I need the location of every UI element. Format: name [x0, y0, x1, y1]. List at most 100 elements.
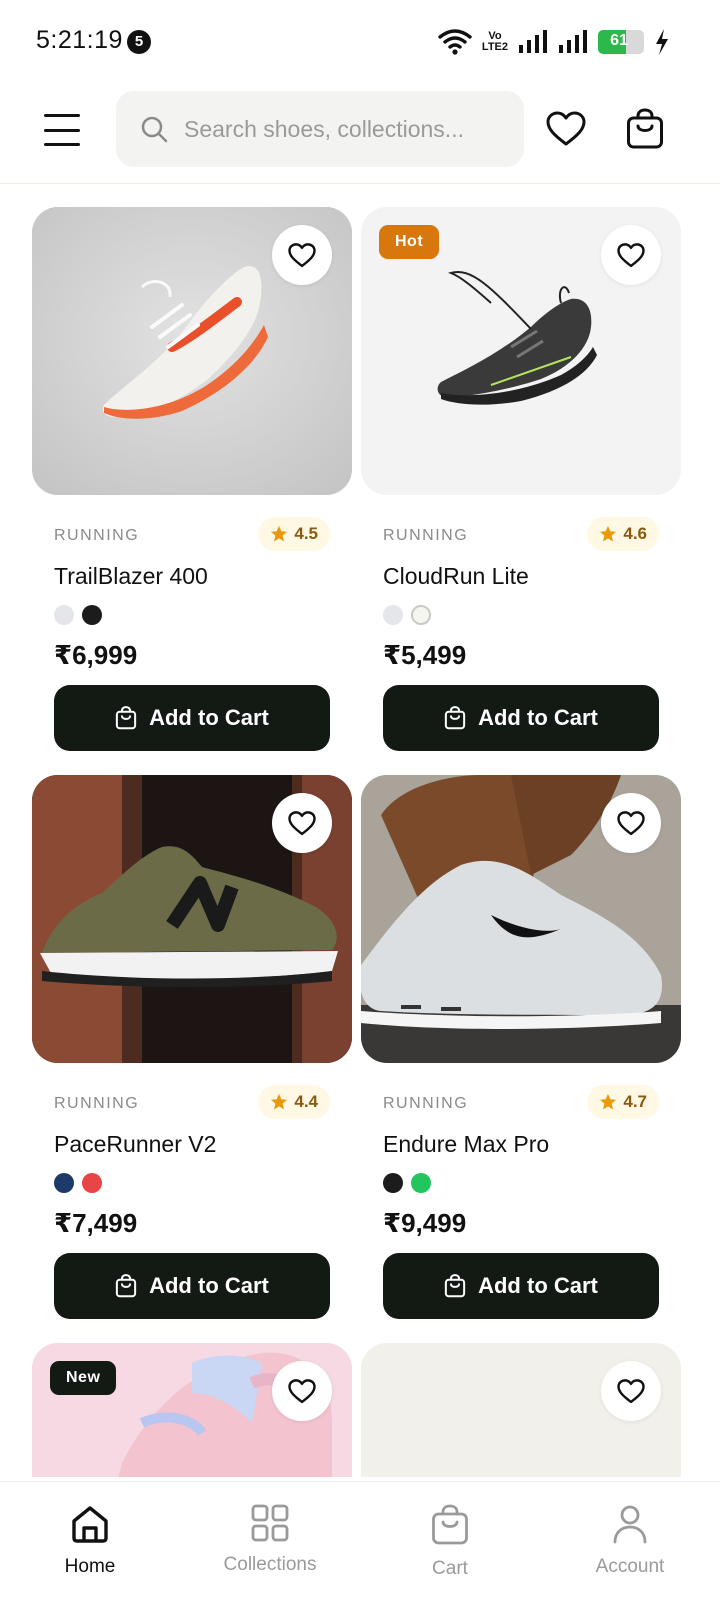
volte-indicator: Vo LTE2 [481, 30, 508, 53]
nav-home[interactable]: Home [0, 1482, 180, 1600]
rating-value: 4.6 [623, 524, 647, 543]
product-image[interactable] [361, 775, 681, 1063]
heart-icon [546, 111, 586, 146]
cart-button[interactable] [622, 106, 668, 152]
star-icon [600, 1093, 617, 1110]
favorite-button[interactable] [601, 793, 661, 853]
product-name[interactable]: PaceRunner V2 [54, 1131, 216, 1158]
nav-collections[interactable]: Collections [180, 1482, 360, 1600]
star-icon [600, 525, 617, 542]
product-price: ₹9,499 [383, 1208, 467, 1238]
product-category: RUNNING [383, 527, 469, 544]
product-price: ₹7,499 [54, 1208, 138, 1238]
add-to-cart-button[interactable]: Add to Cart [383, 685, 659, 751]
rating-badge: 4.7 [587, 1085, 659, 1119]
shopping-bag-icon [115, 1274, 137, 1298]
product-card[interactable]: RUNNING 4.5 TrailBlazer 400 ₹6,999 Add t… [32, 207, 352, 751]
color-swatch[interactable] [82, 605, 102, 625]
add-to-cart-label: Add to Cart [149, 1273, 269, 1298]
product-price: ₹5,499 [383, 640, 467, 670]
heart-icon [617, 1378, 645, 1403]
favorite-button[interactable] [272, 793, 332, 853]
status-icons: Vo LTE2 61 [438, 26, 670, 58]
product-category: RUNNING [54, 527, 140, 544]
product-card[interactable]: RUNNING 4.7 Endure Max Pro ₹9,499 Add to… [361, 775, 681, 1319]
signal-icon-2 [559, 30, 587, 53]
color-swatch[interactable] [411, 605, 431, 625]
favorite-button[interactable] [601, 225, 661, 285]
rating-value: 4.4 [294, 1092, 318, 1111]
product-image[interactable] [361, 1343, 681, 1477]
favorite-button[interactable] [272, 1361, 332, 1421]
notification-count-badge: 5 [127, 30, 151, 54]
app-header [0, 84, 720, 184]
signal-icon [519, 30, 547, 53]
product-card[interactable]: RUNNING 4.4 PaceRunner V2 ₹7,499 Add to … [32, 775, 352, 1319]
color-swatches [54, 605, 102, 625]
heart-icon [288, 1378, 316, 1403]
menu-button[interactable] [44, 112, 80, 148]
product-name[interactable]: TrailBlazer 400 [54, 563, 208, 590]
status-bar: 5:21:19 5 Vo LTE2 61 [0, 0, 720, 84]
product-price: ₹6,999 [54, 640, 138, 670]
heart-icon [288, 242, 316, 267]
search-icon [141, 116, 168, 143]
home-icon [72, 1506, 108, 1543]
nav-cart[interactable]: Cart [360, 1482, 540, 1600]
charging-bolt-icon [656, 29, 668, 55]
wishlist-button[interactable] [543, 106, 589, 152]
product-image[interactable]: New [32, 1343, 352, 1477]
rating-badge: 4.6 [587, 517, 659, 551]
nav-account-label: Account [595, 1556, 665, 1577]
wifi-icon [438, 29, 472, 55]
menu-icon-line [44, 128, 80, 132]
star-icon [271, 1093, 288, 1110]
shopping-bag-icon [432, 1504, 468, 1545]
rating-badge: 4.4 [258, 1085, 330, 1119]
shopping-bag-icon [444, 1274, 466, 1298]
product-grid: RUNNING 4.5 TrailBlazer 400 ₹6,999 Add t… [0, 207, 720, 1477]
heart-icon [617, 810, 645, 835]
search-input[interactable] [184, 115, 504, 143]
product-image[interactable]: Hot [361, 207, 681, 495]
rating-value: 4.5 [294, 524, 318, 543]
product-image[interactable] [32, 207, 352, 495]
battery-level: 61 [610, 32, 628, 49]
color-swatches [54, 1173, 102, 1193]
product-card[interactable]: New [32, 1343, 352, 1477]
status-time: 5:21:19 [36, 26, 123, 54]
shopping-bag-icon [444, 706, 466, 730]
product-category: RUNNING [383, 1095, 469, 1112]
grid-icon [251, 1504, 289, 1542]
bottom-navigation: Home Collections Cart Account [0, 1481, 720, 1600]
shopping-bag-icon [627, 108, 663, 149]
color-swatch[interactable] [383, 1173, 403, 1193]
color-swatch[interactable] [54, 605, 74, 625]
heart-icon [617, 242, 645, 267]
nav-cart-label: Cart [432, 1558, 468, 1579]
hot-tag: Hot [379, 225, 440, 259]
product-card[interactable]: Hot RUNNING 4.6 CloudRun Lite ₹5,499 Add [361, 207, 681, 751]
add-to-cart-button[interactable]: Add to Cart [383, 1253, 659, 1319]
color-swatch[interactable] [383, 605, 403, 625]
product-image[interactable] [32, 775, 352, 1063]
menu-icon-line [44, 143, 80, 146]
nav-account[interactable]: Account [540, 1482, 720, 1600]
color-swatch[interactable] [411, 1173, 431, 1193]
search-bar[interactable] [116, 91, 524, 167]
add-to-cart-button[interactable]: Add to Cart [54, 685, 330, 751]
nav-home-label: Home [64, 1556, 116, 1577]
add-to-cart-button[interactable]: Add to Cart [54, 1253, 330, 1319]
color-swatch[interactable] [82, 1173, 102, 1193]
shopping-bag-icon [115, 706, 137, 730]
heart-icon [288, 810, 316, 835]
favorite-button[interactable] [601, 1361, 661, 1421]
color-swatch[interactable] [54, 1173, 74, 1193]
product-name[interactable]: CloudRun Lite [383, 563, 529, 590]
nav-collections-label: Collections [223, 1554, 317, 1575]
product-name[interactable]: Endure Max Pro [383, 1131, 549, 1158]
star-icon [271, 525, 288, 542]
new-tag: New [50, 1361, 117, 1395]
favorite-button[interactable] [272, 225, 332, 285]
product-card[interactable] [361, 1343, 681, 1477]
